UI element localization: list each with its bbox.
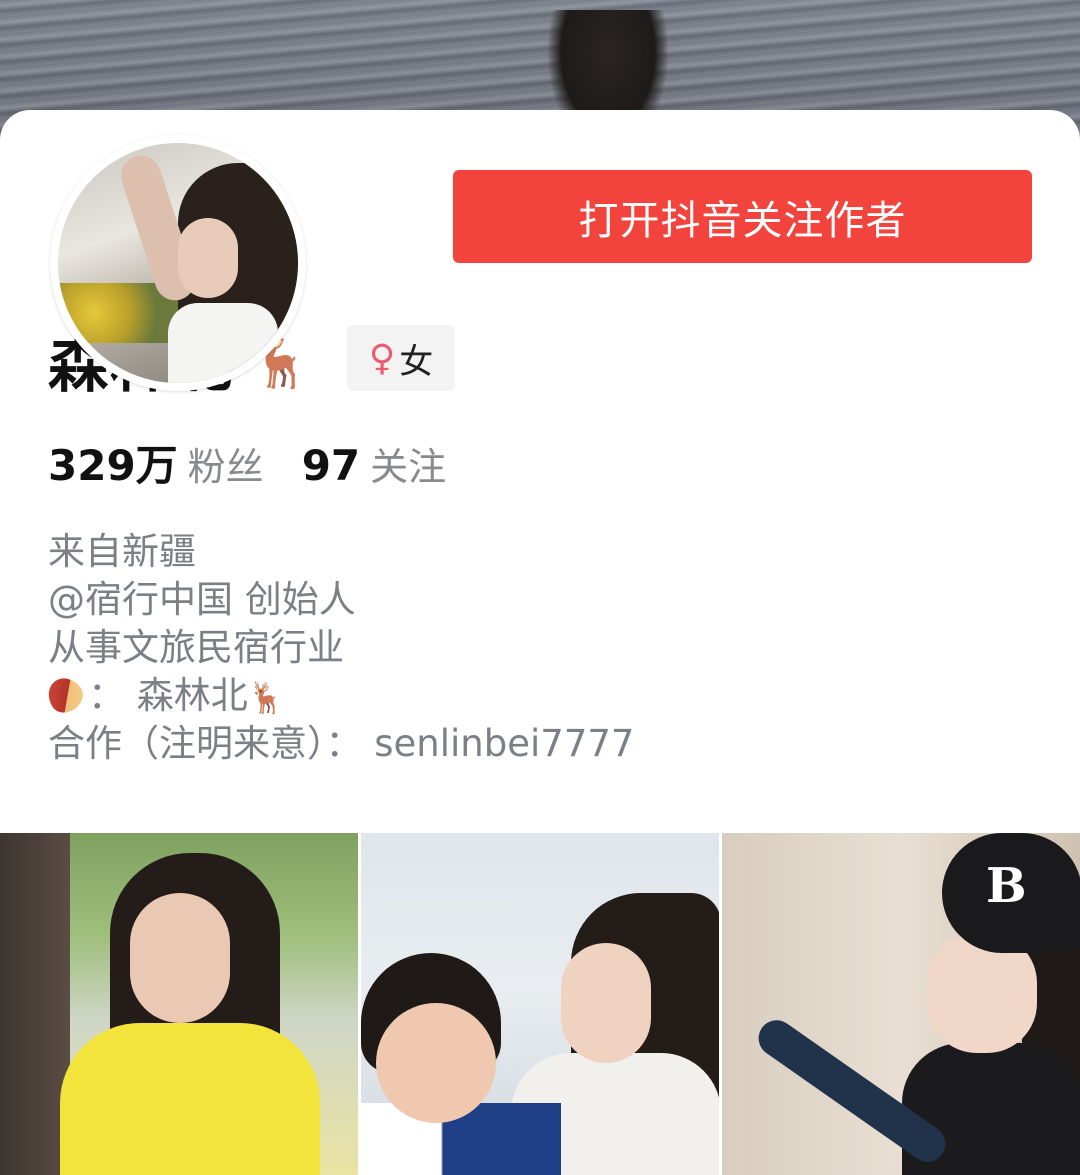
- bio-line-founder: @宿行中国 创始人: [48, 578, 356, 621]
- cap-logo-icon: B: [986, 858, 1027, 914]
- video-grid: B: [0, 833, 1080, 1175]
- following-count[interactable]: 97: [302, 441, 360, 490]
- bio-line-location: 来自新疆: [48, 530, 196, 573]
- followers-label[interactable]: 粉丝: [188, 436, 264, 491]
- video-thumbnail-3[interactable]: B: [722, 833, 1080, 1175]
- bio-line-contact: 合作（注明来意）： senlinbei7777: [48, 722, 635, 765]
- gender-label: 女: [399, 341, 434, 382]
- followers-count[interactable]: 329万: [48, 432, 178, 493]
- video-thumbnail-1[interactable]: [0, 833, 358, 1175]
- t2-boy-face: [376, 1003, 496, 1123]
- t1-face: [130, 893, 230, 1023]
- sweet-potato-icon: [41, 671, 89, 719]
- avatar-photo: [58, 143, 298, 383]
- avatar-face: [178, 218, 238, 298]
- open-douyin-follow-button[interactable]: 打开抖音关注作者: [453, 170, 1032, 263]
- stats-row: 329万 粉丝 97 关注: [48, 432, 446, 493]
- t1-raincoat: [60, 1023, 320, 1175]
- profile-page: 打开抖音关注作者 森林北 🦌 ♀ 女 329万 粉丝 97 关注 来自新疆 @宿…: [0, 0, 1080, 1175]
- bio: 来自新疆 @宿行中国 创始人 从事文旅民宿行业 ： 森林北🦌 合作（注明来意）：…: [41, 528, 635, 768]
- bio-line-xiaohongshu-text: ： 森林北: [88, 674, 248, 717]
- bio-line-xiaohongshu: ： 森林北🦌: [41, 671, 634, 720]
- female-icon: ♀: [368, 337, 396, 379]
- bio-line-industry: 从事文旅民宿行业: [48, 626, 344, 669]
- t2-woman-face: [561, 943, 651, 1063]
- following-label[interactable]: 关注: [370, 436, 446, 491]
- deer-icon: 🦌: [247, 681, 286, 716]
- video-thumbnail-2[interactable]: [361, 833, 719, 1175]
- gender-badge: ♀ 女: [347, 325, 455, 391]
- avatar-shirt: [168, 303, 278, 383]
- avatar[interactable]: [50, 135, 306, 391]
